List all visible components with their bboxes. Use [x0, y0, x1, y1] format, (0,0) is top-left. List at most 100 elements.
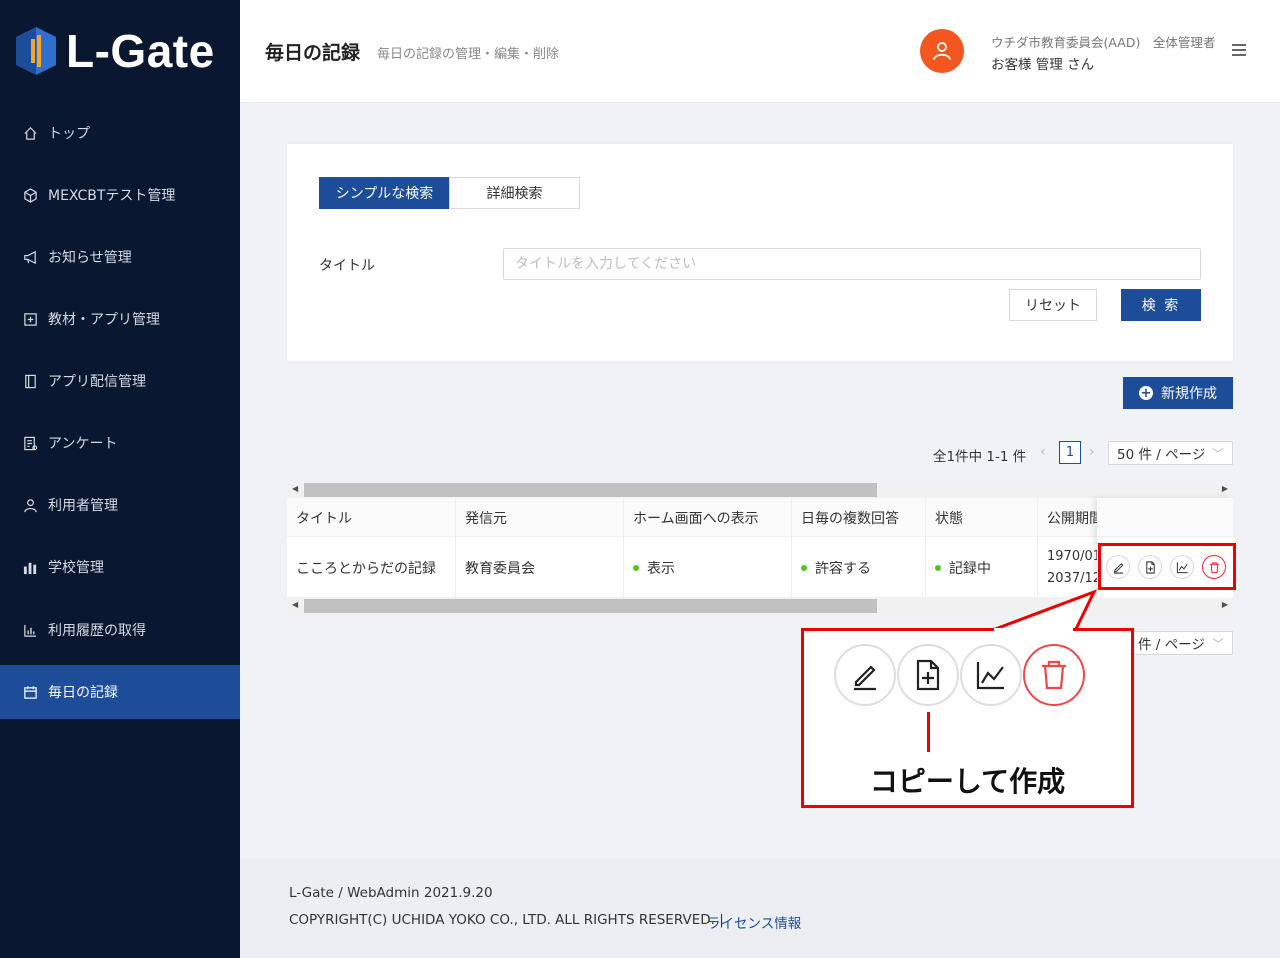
survey-icon: [22, 435, 38, 451]
column-header-source[interactable]: 発信元: [456, 498, 624, 537]
avatar[interactable]: [920, 29, 964, 73]
sidebar-item-notice[interactable]: お知らせ管理: [0, 230, 240, 284]
multiple-value: 許容する: [815, 560, 871, 577]
user-icon: [933, 42, 951, 61]
license-link[interactable]: ライセンス情報: [707, 912, 801, 932]
footer: L-Gate / WebAdmin 2021.9.20 COPYRIGHT(C)…: [240, 858, 1280, 958]
period-start: 1970/01: [1047, 548, 1102, 564]
status-value: 記録中: [949, 560, 991, 577]
sidebar-item-top[interactable]: トップ: [0, 106, 240, 160]
horizontal-scrollbar-bottom[interactable]: ◀ ▶: [287, 598, 1233, 614]
sidebar-item-label: 毎日の記録: [48, 685, 118, 701]
records-table: ◀ ▶ タイトル 発信元 ホーム画面への表示 日毎の複数回答 状態 公開期間 こ…: [287, 482, 1233, 614]
page-subtitle: 毎日の記録の管理・編集・削除: [377, 47, 560, 62]
sidebar-item-label: MEXCBTテスト管理: [48, 188, 176, 204]
user-name: お客様 管理 さん: [991, 57, 1095, 73]
pagination-total: 全1件中 1-1 件: [933, 449, 1027, 465]
tab-detail-search[interactable]: 詳細検索: [449, 177, 580, 209]
callout-pointer-join: [994, 628, 1073, 632]
home-icon: [22, 125, 38, 141]
sidebar-item-daily-record[interactable]: 毎日の記録: [0, 665, 240, 719]
sidebar: L-Gate トップ MEXCBTテスト管理 お知らせ管理 教材・アプリ管理 ア…: [0, 0, 240, 958]
logo-text: L-Gate: [66, 25, 215, 77]
horizontal-scrollbar-top[interactable]: ◀ ▶: [287, 482, 1233, 498]
organization-label: ウチダ市教育委員会(AAD) 全体管理者: [991, 35, 1216, 50]
actions-highlight-box: [1098, 543, 1236, 590]
hamburger-menu-icon[interactable]: [1232, 44, 1246, 56]
sidebar-item-survey[interactable]: アンケート: [0, 416, 240, 470]
sidebar-item-materials[interactable]: 教材・アプリ管理: [0, 292, 240, 346]
chevron-down-icon: ﹀: [1211, 447, 1224, 461]
home-display-value: 表示: [647, 560, 675, 577]
title-search-input[interactable]: [503, 248, 1201, 280]
sidebar-item-label: 教材・アプリ管理: [48, 312, 160, 328]
cube-icon: [22, 187, 38, 203]
cell-title: こころとからだの記録: [287, 537, 456, 598]
logo[interactable]: L-Gate: [14, 24, 215, 78]
new-create-button[interactable]: + 新規作成: [1123, 377, 1233, 409]
column-header-title[interactable]: タイトル: [287, 498, 456, 537]
chevron-right-icon[interactable]: ›: [1089, 444, 1095, 460]
callout-text: コピーして作成: [869, 765, 1066, 798]
sidebar-item-label: 利用履歴の取得: [48, 623, 146, 639]
column-header-status[interactable]: 状態: [926, 498, 1038, 537]
trash-icon: [1042, 660, 1066, 690]
page-size-select[interactable]: 50 件 / ページ ﹀: [1108, 441, 1233, 465]
sidebar-item-schools[interactable]: 学校管理: [0, 540, 240, 594]
stats-button-enlarged: [960, 644, 1022, 706]
page-number-button[interactable]: 1: [1059, 441, 1081, 464]
status-dot-icon: [935, 564, 941, 571]
scroll-left-icon[interactable]: ◀: [292, 600, 298, 609]
sidebar-item-label: 学校管理: [48, 560, 104, 576]
page-title: 毎日の記録: [265, 42, 361, 64]
status-dot-icon: [801, 564, 807, 571]
plus-circle-icon: +: [1139, 385, 1153, 401]
scrollbar-thumb[interactable]: [304, 599, 877, 613]
sidebar-item-app-delivery[interactable]: アプリ配信管理: [0, 354, 240, 408]
page-size-value: 50 件 / ページ: [1117, 447, 1206, 463]
callout-connector-line: [927, 712, 930, 752]
column-header-home-display[interactable]: ホーム画面への表示: [624, 498, 792, 537]
chevron-left-icon[interactable]: ‹: [1040, 444, 1046, 460]
chevron-down-icon: ﹀: [1211, 637, 1224, 651]
logo-icon: [16, 27, 56, 75]
sidebar-item-label: アンケート: [48, 436, 118, 452]
new-create-label: 新規作成: [1161, 386, 1217, 402]
sidebar-item-users[interactable]: 利用者管理: [0, 478, 240, 532]
cell-status: 記録中: [926, 537, 1038, 598]
sidebar-item-label: お知らせ管理: [48, 250, 132, 266]
scroll-right-icon[interactable]: ▶: [1222, 484, 1228, 493]
actions-header: [1097, 498, 1233, 537]
user-icon: [22, 497, 38, 513]
edit-button-enlarged: [834, 644, 896, 706]
megaphone-icon: [22, 249, 38, 265]
sidebar-item-label: 利用者管理: [48, 498, 118, 514]
table-row[interactable]: こころとからだの記録 教育委員会 表示 許容する 記録中 1970/01 203…: [287, 537, 1233, 598]
footer-version: L-Gate / WebAdmin 2021.9.20: [289, 885, 493, 901]
plus-square-icon: [22, 311, 38, 327]
file-add-icon: [916, 659, 940, 691]
tab-simple-search[interactable]: シンプルな検索: [319, 177, 450, 209]
cell-multiple: 許容する: [792, 537, 926, 598]
sidebar-item-mexcbt[interactable]: MEXCBTテスト管理: [0, 168, 240, 222]
header: 毎日の記録 毎日の記録の管理・編集・削除 ウチダ市教育委員会(AAD) 全体管理…: [240, 0, 1280, 103]
reset-button[interactable]: リセット: [1009, 289, 1097, 321]
scroll-right-icon[interactable]: ▶: [1222, 600, 1228, 609]
sidebar-item-label: トップ: [48, 126, 90, 142]
line-chart-icon: [976, 662, 1004, 690]
column-header-multiple[interactable]: 日毎の複数回答: [792, 498, 926, 537]
scroll-left-icon[interactable]: ◀: [292, 484, 298, 493]
sidebar-item-label: アプリ配信管理: [48, 374, 146, 390]
sidebar-item-usage-history[interactable]: 利用履歴の取得: [0, 603, 240, 657]
footer-copyright: COPYRIGHT(C) UCHIDA YOKO CO., LTD. ALL R…: [289, 912, 724, 928]
scrollbar-thumb[interactable]: [304, 483, 877, 497]
copy-create-button-enlarged: [897, 644, 959, 706]
calendar-icon: [22, 684, 38, 700]
page-size-value: 件 / ページ: [1138, 637, 1205, 653]
cell-home-display: 表示: [624, 537, 792, 598]
status-dot-icon: [633, 564, 639, 571]
bar-chart-icon: [22, 622, 38, 638]
search-card: シンプルな検索 詳細検索 タイトル リセット 検 索: [287, 144, 1233, 361]
pencil-icon: [854, 665, 876, 691]
search-button[interactable]: 検 索: [1121, 289, 1201, 321]
